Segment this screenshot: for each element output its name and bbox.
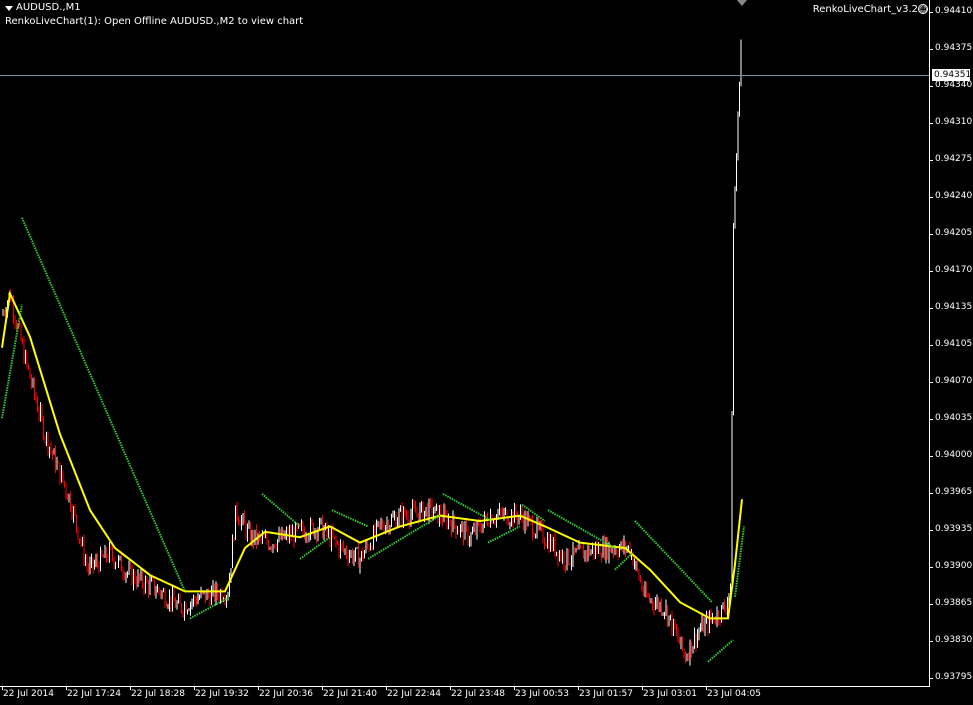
symbol-title: AUDUSD.,M1 — [16, 2, 81, 13]
price-tick — [929, 345, 933, 346]
price-tick — [929, 308, 933, 309]
price-tick-label: 0.93865 — [935, 598, 973, 608]
price-tick-label: 0.93935 — [935, 524, 973, 534]
collapse-arrow-icon[interactable] — [5, 6, 13, 11]
time-tick-label: 23 Jul 00:53 — [515, 689, 569, 699]
price-tick — [929, 234, 933, 235]
price-tick-label: 0.94170 — [935, 265, 973, 275]
price-tick-label: 0.93795 — [935, 672, 973, 682]
sar-dots — [734, 526, 745, 597]
sar-dots — [261, 493, 301, 528]
parabolic-sar-series — [1, 217, 745, 663]
time-tick-label: 22 Jul 23:48 — [451, 689, 505, 699]
price-tick — [929, 493, 933, 494]
price-tick-label: 0.93965 — [935, 487, 973, 497]
price-tick — [929, 12, 933, 13]
chart-window: AUDUSD.,M1 RenkoLiveChart(1): Open Offli… — [0, 0, 973, 705]
price-tick — [929, 123, 933, 124]
price-tick — [929, 567, 933, 568]
expert-advisor-name: RenkoLiveChart_v3.2 — [812, 4, 918, 15]
price-tick — [929, 271, 933, 272]
moving-average-line — [1, 290, 743, 620]
time-tick-label: 22 Jul 20:36 — [259, 689, 313, 699]
bid-price-line — [0, 75, 930, 76]
price-tick-label: 0.94205 — [935, 228, 973, 238]
price-tick — [929, 419, 933, 420]
time-tick-label: 22 Jul 17:24 — [67, 689, 121, 699]
price-tick — [929, 530, 933, 531]
candlestick-series — [2, 39, 742, 666]
price-tick-label: 0.94000 — [935, 450, 973, 460]
price-tick-label: 0.94070 — [935, 376, 973, 386]
price-axis — [929, 0, 930, 687]
time-tick-label: 22 Jul 22:44 — [387, 689, 441, 699]
price-tick — [929, 456, 933, 457]
price-tick-label: 0.94275 — [935, 154, 973, 164]
price-tick — [929, 197, 933, 198]
price-tick-label: 0.94375 — [935, 43, 973, 53]
smiley-face-icon: ☺ — [918, 4, 928, 14]
indicator-message: RenkoLiveChart(1): Open Offline AUDUSD.,… — [5, 16, 304, 27]
price-tick-label: 0.93900 — [935, 561, 973, 571]
sar-dots — [21, 217, 186, 592]
time-tick-label: 22 Jul 2014 — [3, 689, 54, 699]
price-tick-label: 0.94340 — [935, 80, 973, 90]
sar-dots — [331, 509, 369, 528]
price-tick-label: 0.94410 — [935, 6, 973, 16]
price-tick — [929, 382, 933, 383]
price-tick-label: 0.94310 — [935, 117, 973, 127]
price-tick — [929, 678, 933, 679]
chart-shift-marker[interactable] — [737, 0, 747, 6]
time-tick-label: 22 Jul 18:28 — [131, 689, 185, 699]
time-tick-label: 22 Jul 21:40 — [323, 689, 377, 699]
price-tick — [929, 641, 933, 642]
sar-dots — [707, 639, 734, 663]
price-tick-label: 0.93830 — [935, 635, 973, 645]
time-tick-label: 23 Jul 01:57 — [579, 689, 633, 699]
price-tick — [929, 86, 933, 87]
price-tick-label: 0.94035 — [935, 413, 973, 423]
current-price-label: 0.94351 — [932, 69, 972, 81]
time-tick-label: 22 Jul 19:32 — [195, 689, 249, 699]
sar-dots — [299, 536, 331, 560]
time-tick-label: 23 Jul 03:01 — [643, 689, 697, 699]
price-tick-label: 0.94135 — [935, 302, 973, 312]
time-axis — [0, 686, 930, 687]
price-plot[interactable] — [0, 0, 930, 686]
price-tick — [929, 160, 933, 161]
sar-dots — [487, 525, 521, 544]
price-tick-label: 0.94240 — [935, 191, 973, 201]
price-tick — [929, 604, 933, 605]
price-tick-label: 0.94105 — [935, 339, 973, 349]
price-tick — [929, 49, 933, 50]
time-tick-label: 23 Jul 04:05 — [707, 689, 761, 699]
